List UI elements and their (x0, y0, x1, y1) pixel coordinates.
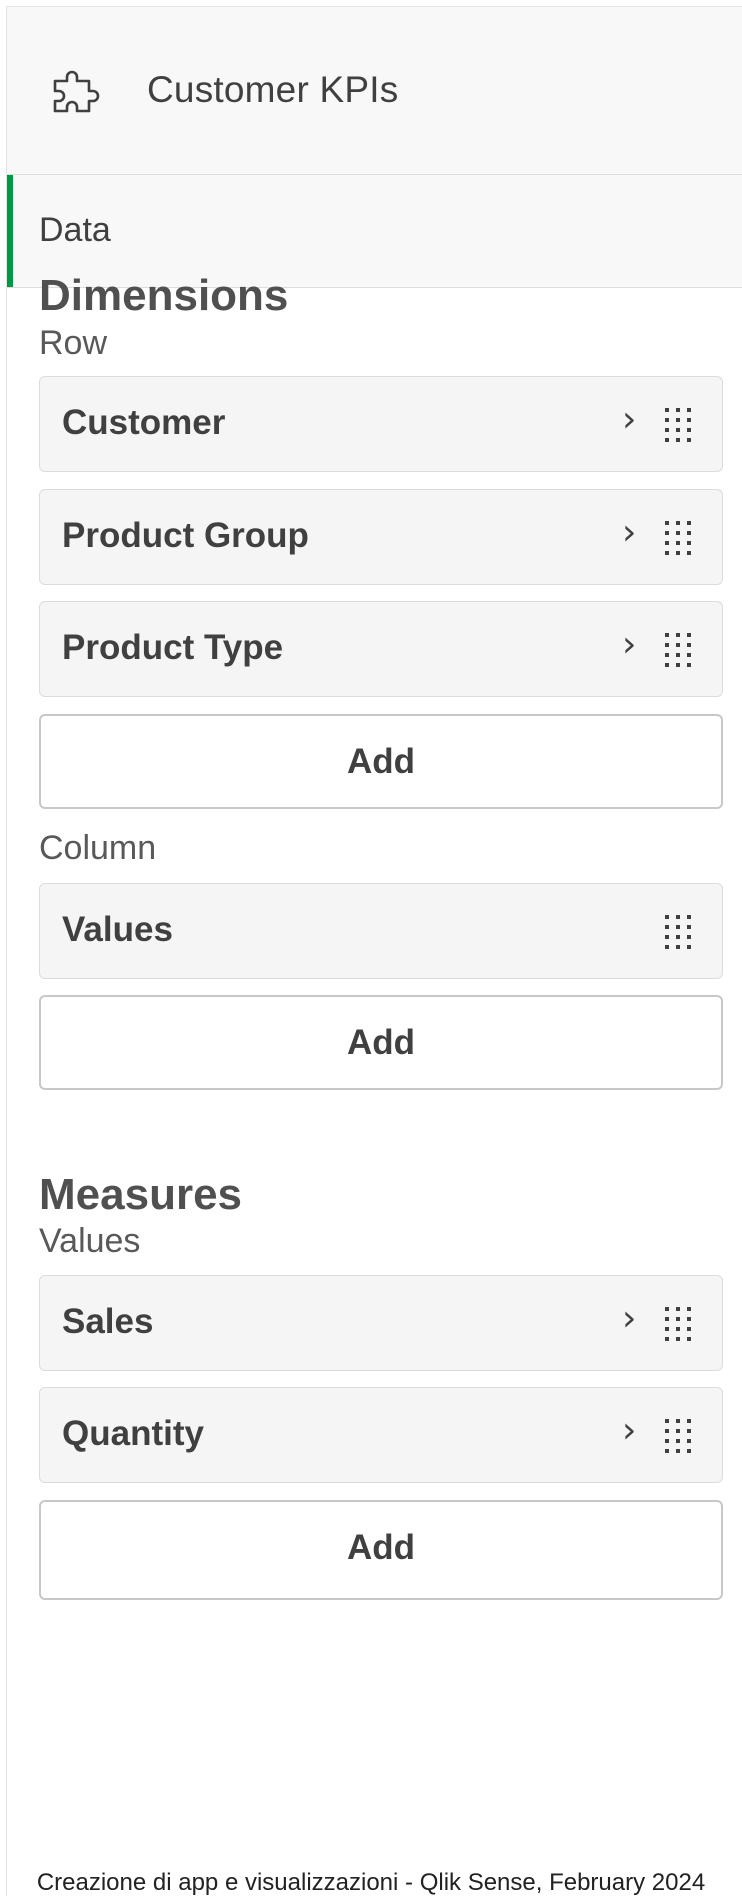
drag-handle-icon[interactable] (663, 519, 693, 559)
measure-item-sales[interactable]: Sales › (39, 1275, 723, 1371)
measures-heading: Measures (39, 1170, 243, 1219)
properties-panel: Customer KPIs Data Dimensions Row Custom… (6, 6, 742, 1896)
object-title: Customer KPIs (147, 69, 399, 110)
drag-handle-icon[interactable] (663, 631, 693, 671)
dimension-item-values[interactable]: Values (39, 883, 723, 979)
add-column-dimension-button[interactable]: Add (39, 995, 723, 1090)
active-tab-indicator (7, 175, 13, 287)
chevron-right-icon[interactable]: › (622, 1298, 636, 1339)
dimensions-heading: Dimensions (39, 271, 289, 320)
drag-handle-icon[interactable] (663, 1305, 693, 1345)
chevron-right-icon[interactable]: › (622, 1410, 636, 1451)
dimension-item-label: Product Group (62, 516, 309, 555)
drag-handle-icon[interactable] (663, 1417, 693, 1457)
chevron-right-icon[interactable]: › (622, 512, 636, 553)
dimension-item-customer[interactable]: Customer › (39, 376, 723, 472)
measure-item-label: Sales (62, 1302, 154, 1341)
measure-item-label: Quantity (62, 1414, 204, 1453)
tab-data-label: Data (39, 211, 111, 249)
drag-handle-icon[interactable] (663, 913, 693, 953)
dimension-item-product-group[interactable]: Product Group › (39, 489, 723, 585)
add-measure-button[interactable]: Add (39, 1500, 723, 1600)
dimension-item-label: Product Type (62, 628, 284, 667)
dimension-item-product-type[interactable]: Product Type › (39, 601, 723, 697)
chevron-right-icon[interactable]: › (622, 624, 636, 665)
add-row-dimension-button[interactable]: Add (39, 714, 723, 809)
panel-header: Customer KPIs (7, 7, 742, 175)
footer-caption: Creazione di app e visualizzazioni - Qli… (36, 1871, 706, 1895)
column-label: Column (39, 829, 157, 867)
dimension-item-label: Customer (62, 403, 226, 442)
drag-handle-icon[interactable] (663, 406, 693, 446)
chevron-right-icon[interactable]: › (622, 399, 636, 440)
values-label: Values (39, 1222, 141, 1260)
dimension-item-label: Values (62, 910, 173, 949)
puzzle-icon (53, 70, 100, 113)
row-label: Row (39, 324, 108, 362)
measure-item-quantity[interactable]: Quantity › (39, 1387, 723, 1483)
